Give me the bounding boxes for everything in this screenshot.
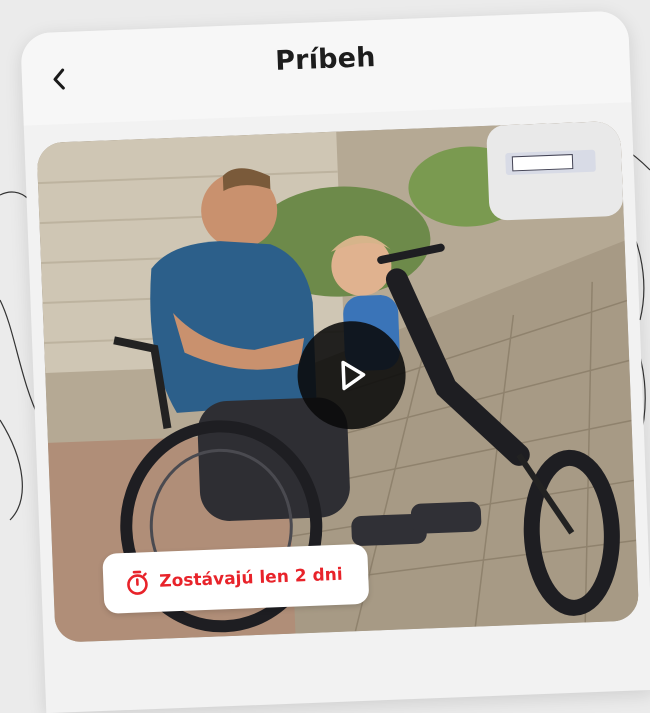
time-remaining-badge: Zostávajú len 2 dni xyxy=(102,544,369,614)
phone-card: Príbeh xyxy=(20,10,650,713)
story-video[interactable]: Zostávajú len 2 dni xyxy=(36,121,639,643)
page-title: Príbeh xyxy=(21,32,630,86)
play-icon xyxy=(331,354,373,396)
stopwatch-icon xyxy=(125,569,150,596)
badge-text: Zostávajú len 2 dni xyxy=(159,565,343,592)
